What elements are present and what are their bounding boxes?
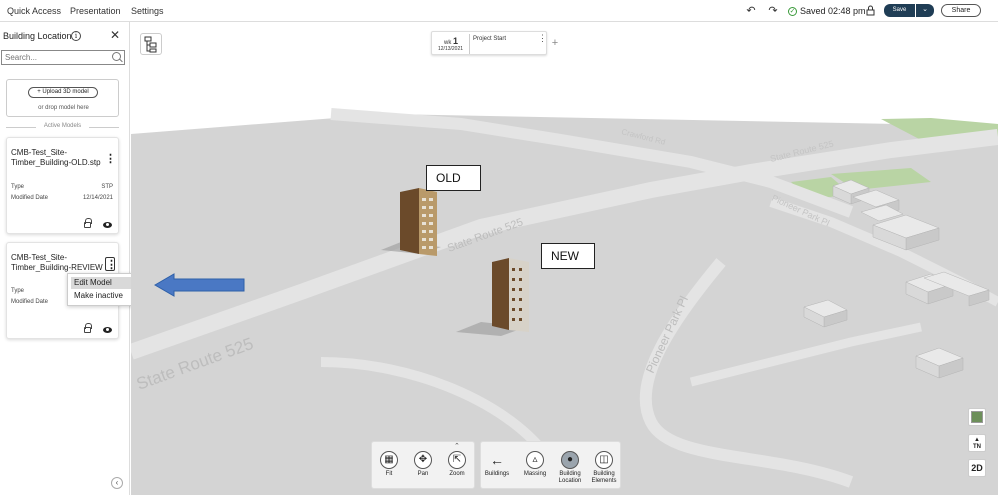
check-circle-icon: ✓ [788, 6, 797, 16]
building-elements-tool[interactable]: ◫ Building Elements [590, 451, 618, 485]
view-toolbar: ← Buildings ▵ Massing ● Building Locatio… [480, 441, 621, 489]
model-name: CMB-Test_Site-Timber_Building-OLD.stp [11, 148, 101, 167]
active-models-heading: Active Models [6, 123, 119, 129]
hierarchy-tree-button[interactable] [140, 33, 162, 55]
more-options-icon[interactable]: ⋮ [105, 257, 117, 271]
zoom-icon: ⇱ [448, 451, 466, 469]
type-label: Type [11, 184, 25, 190]
add-phase-icon[interactable]: + [549, 33, 561, 53]
massing-tool[interactable]: ▵ Massing [522, 451, 548, 478]
save-button[interactable]: Save [884, 4, 915, 17]
save-status: ✓ Saved 02:48 pm [788, 6, 866, 16]
north-arrow-icon: ▲ [974, 437, 980, 443]
lock-icon[interactable] [863, 5, 877, 19]
collapse-panel-icon[interactable]: ‹ [111, 477, 123, 489]
pointer-arrow-icon [154, 273, 245, 297]
pan-tool[interactable]: ✥ Pan [410, 451, 436, 478]
menu-presentation[interactable]: Presentation [70, 6, 121, 16]
true-north-button[interactable]: ▲ TN [968, 434, 986, 452]
modified-value: 12/14/2021 [82, 195, 113, 201]
save-options-chevron-icon[interactable]: ⌄ [916, 4, 934, 17]
building-location-icon: ● [561, 451, 579, 469]
more-options-icon[interactable]: ⋮ [105, 152, 116, 166]
drop-hint: or drop model here [38, 105, 89, 111]
menu-settings[interactable]: Settings [131, 6, 164, 16]
phase-title: Project Start [473, 36, 507, 42]
massing-icon: ▵ [526, 451, 544, 469]
navigation-toolbar: ▦ Fit ✥ Pan ⇱ Zoom ⌃ [371, 441, 475, 489]
search-icon [112, 52, 121, 61]
share-button[interactable]: Share [941, 4, 981, 17]
redo-icon[interactable]: ↷ [766, 4, 780, 18]
fit-icon: ▦ [380, 451, 398, 469]
hierarchy-icon [144, 36, 157, 53]
basemap-icon [971, 411, 983, 423]
pan-icon: ✥ [414, 451, 432, 469]
saved-text: Saved 02:48 pm [800, 6, 866, 16]
divider [469, 34, 470, 54]
upload-dropzone[interactable]: + Upload 3D model or drop model here [6, 79, 119, 117]
eye-icon[interactable] [103, 327, 112, 333]
expand-chevron-icon[interactable]: ⌃ [454, 442, 460, 450]
eye-icon[interactable] [103, 222, 112, 228]
fit-tool[interactable]: ▦ Fit [376, 451, 402, 478]
view-mode-toggle[interactable]: 2D [968, 459, 986, 477]
top-bar: Quick Access Presentation Settings ↶ ↷ ✓… [0, 0, 998, 22]
old-label: OLD [426, 165, 481, 191]
modified-label: Modified Date [11, 299, 49, 305]
back-arrow-icon: ← [490, 452, 504, 468]
search-input[interactable] [1, 50, 125, 65]
info-icon[interactable]: i [71, 31, 81, 41]
model-name: CMB-Test_Site-Timber_Building-REVIEW [11, 253, 103, 272]
undo-icon[interactable]: ↶ [744, 4, 758, 18]
basemap-toggle[interactable] [968, 408, 986, 426]
upload-3d-model-button[interactable]: + Upload 3D model [28, 87, 98, 98]
week-indicator: wk 1 [444, 36, 459, 46]
buildings-tool[interactable]: ← Buildings [483, 451, 511, 478]
more-options-icon[interactable]: ⋮ [538, 34, 547, 43]
close-icon[interactable]: ✕ [110, 28, 120, 42]
building-location-panel: Building Location i ✕ + Upload 3D model … [0, 22, 130, 495]
lock-icon[interactable] [84, 323, 92, 333]
new-label: NEW [541, 243, 595, 269]
model-card-old[interactable]: CMB-Test_Site-Timber_Building-OLD.stp ⋮ … [6, 137, 119, 234]
timeline-phase-card[interactable]: wk 1 12/13/2021 Project Start ⋮ [431, 31, 547, 55]
building-elements-icon: ◫ [595, 451, 613, 469]
menu-quick-access[interactable]: Quick Access [7, 6, 61, 16]
type-label: Type [11, 288, 25, 294]
modified-label: Modified Date [11, 195, 49, 201]
type-value: STP [101, 184, 113, 190]
building-location-tool[interactable]: ● Building Location [556, 451, 584, 485]
panel-title: Building Location [3, 31, 72, 41]
lock-icon[interactable] [84, 218, 92, 228]
zoom-tool[interactable]: ⇱ Zoom [444, 451, 470, 478]
week-date: 12/13/2021 [438, 46, 464, 52]
